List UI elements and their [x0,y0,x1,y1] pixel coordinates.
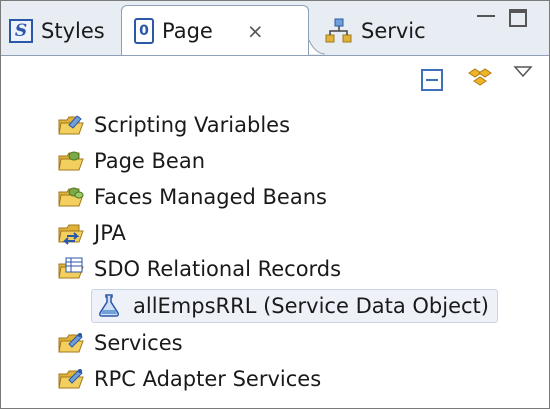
tab-styles[interactable]: S Styles [9,7,105,54]
tree-item-jpa[interactable]: JPA [57,217,126,249]
tree-item-allempsrrl[interactable]: allEmpsRRL (Service Data Object) [91,289,498,323]
tree-item-label: JPA [94,221,126,245]
tree-item-sdo-relational-records[interactable]: SDO Relational Records [57,253,341,285]
tab-services[interactable]: Servic [323,7,426,54]
data-object-icon [99,294,119,317]
collapse-all-icon[interactable] [421,69,443,91]
tree-item-page-bean[interactable]: Page Bean [57,145,205,177]
tree-item-services[interactable]: Services [57,327,183,359]
maximize-icon[interactable] [509,9,527,27]
tree-item-rpc-adapter-services[interactable]: RPC Adapter Services [57,363,321,395]
minimize-icon[interactable] [477,15,495,29]
tab-page[interactable]: 0 Page ⨯ [121,5,309,55]
tree-item-label: Scripting Variables [94,113,291,137]
tab-strip: S Styles 0 Page ⨯ Servic [1,1,549,56]
tree-item-label: Services [94,331,183,355]
sdo-records-icon [58,257,84,279]
scripting-variables-icon [58,115,84,135]
tree-item-label: Page Bean [94,149,206,173]
window-controls [477,9,527,29]
tree-item-label: Faces Managed Beans [94,185,327,209]
page-data-view: S Styles 0 Page ⨯ Servic Scripting Varia… [0,0,550,409]
settings-icon[interactable] [463,67,497,93]
services-tab-icon [325,18,352,42]
styles-icon: S [9,18,33,43]
managed-beans-icon [58,187,84,207]
tab-services-label: Servic [361,18,426,43]
page-icon: 0 [134,17,154,44]
page-bean-icon [58,151,84,171]
view-menu-icon[interactable] [513,65,533,79]
rpc-adapter-icon [58,369,84,389]
tab-page-label: Page [162,18,213,43]
jpa-icon [58,224,84,245]
tree-item-faces-managed-beans[interactable]: Faces Managed Beans [57,181,327,213]
tree-item-label: SDO Relational Records [94,257,342,281]
tree-item-scripting-variables[interactable]: Scripting Variables [57,109,290,141]
view-toolbar [1,57,549,101]
close-icon[interactable]: ⨯ [247,19,264,43]
tab-styles-label: Styles [41,18,105,43]
tree-item-label: RPC Adapter Services [94,367,322,391]
services-icon [58,333,84,353]
tree-item-label: allEmpsRRL (Service Data Object) [133,294,489,318]
